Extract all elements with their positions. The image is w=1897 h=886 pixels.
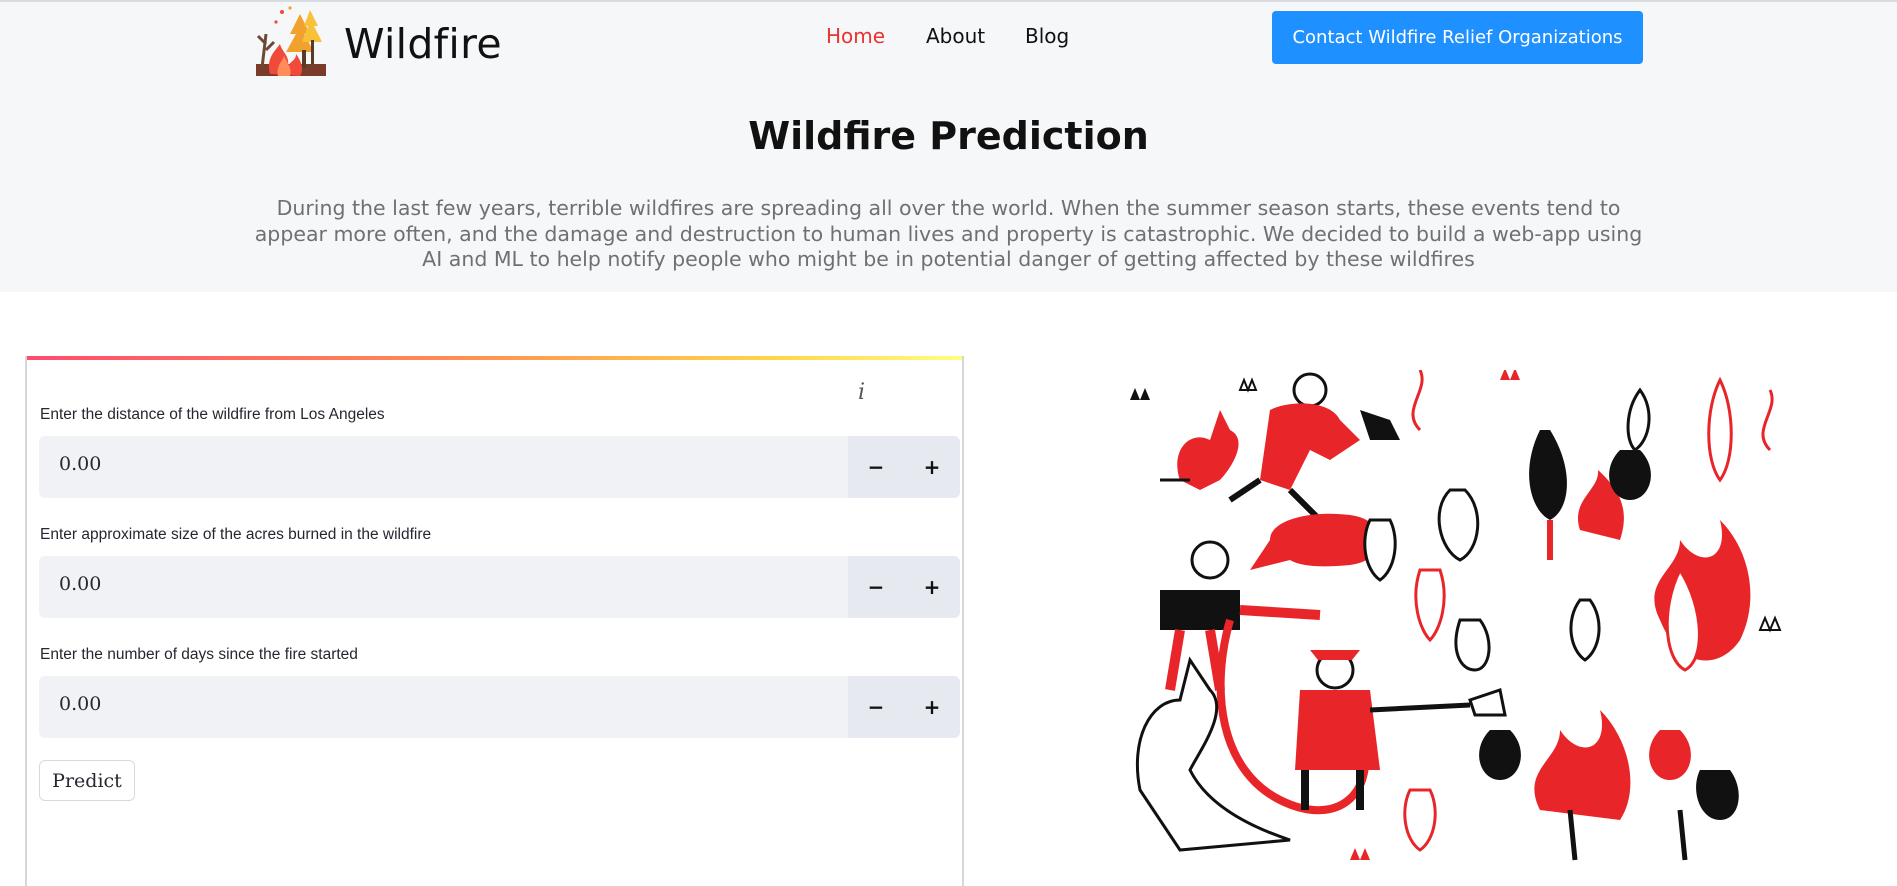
prediction-form-panel: i Enter the distance of the wildfire fro… (25, 356, 964, 886)
fireman-red-suit-icon (1295, 650, 1507, 810)
nav-home[interactable]: Home (826, 24, 885, 48)
kangaroo-icon (1160, 410, 1239, 490)
firefighter-figure-icon (1228, 372, 1400, 523)
distance-increment-button[interactable]: + (904, 436, 960, 498)
distance-stepper[interactable]: 0.00 − + (39, 436, 960, 498)
brand-name[interactable]: Wildfire (344, 20, 502, 68)
kangaroo-outline-icon (1135, 656, 1291, 852)
acres-increment-button[interactable]: + (904, 556, 960, 618)
contact-relief-button[interactable]: Contact Wildfire Relief Organizations (1272, 11, 1643, 64)
acres-decrement-button[interactable]: − (848, 556, 904, 618)
acres-label: Enter approximate size of the acres burn… (40, 526, 432, 543)
burning-trees-logo-icon[interactable] (256, 4, 326, 76)
days-label: Enter the number of days since the fire … (40, 646, 358, 663)
nav-about[interactable]: About (926, 24, 985, 48)
speech-bubble-icon (1250, 513, 1380, 570)
distance-input[interactable]: 0.00 (59, 453, 101, 475)
acres-input[interactable]: 0.00 (59, 573, 101, 595)
days-input[interactable]: 0.00 (59, 693, 101, 715)
intro-paragraph: During the last few years, terrible wild… (254, 196, 1643, 271)
days-stepper[interactable]: 0.00 − + (39, 676, 960, 738)
predict-button[interactable]: Predict (39, 760, 135, 801)
firefighters-and-animals-illustration (1130, 370, 1782, 861)
distance-decrement-button[interactable]: − (848, 436, 904, 498)
info-icon[interactable]: i (858, 380, 865, 405)
distance-label: Enter the distance of the wildfire from … (40, 406, 385, 423)
page-title: Wildfire Prediction (748, 114, 1149, 158)
nav-blog[interactable]: Blog (1025, 24, 1069, 48)
days-increment-button[interactable]: + (904, 676, 960, 738)
panel-gradient-bar (27, 356, 962, 360)
acres-stepper[interactable]: 0.00 − + (39, 556, 960, 618)
days-decrement-button[interactable]: − (848, 676, 904, 738)
